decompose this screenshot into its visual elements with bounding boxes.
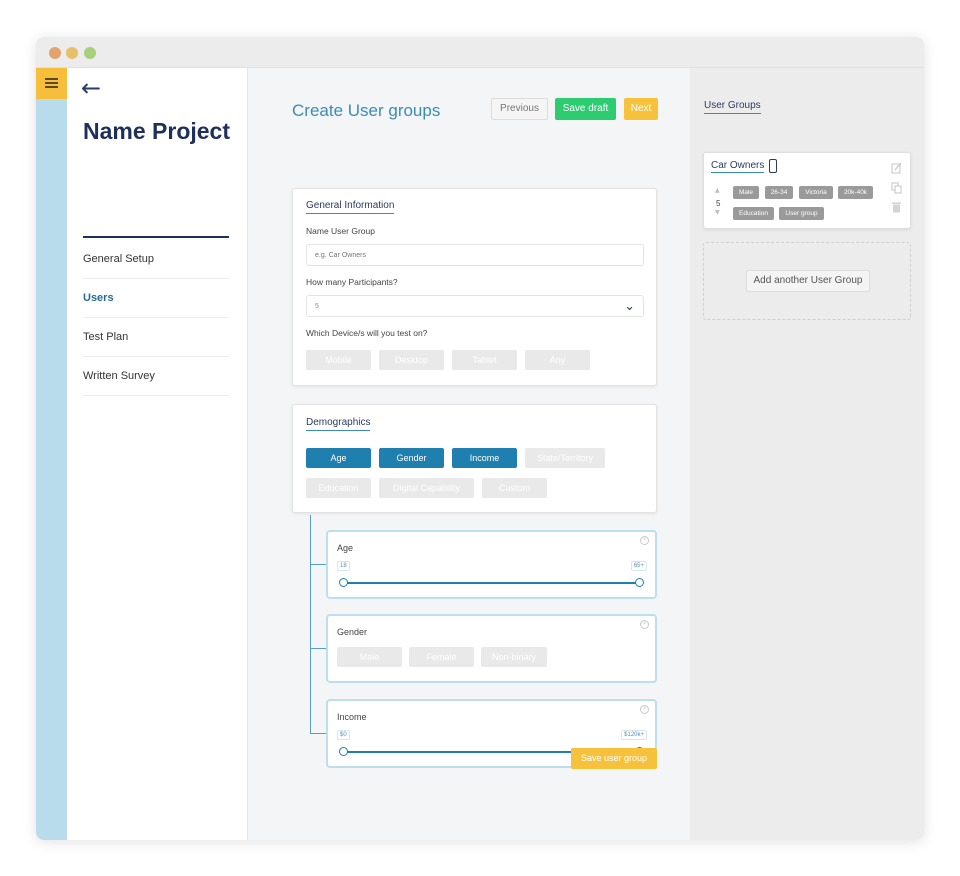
income-filter-title: Income — [337, 712, 367, 722]
device-chip-mobile[interactable]: Mobile — [306, 350, 371, 370]
tree-connector — [310, 648, 326, 649]
left-rail — [36, 68, 67, 840]
sidebar-nav: General Setup Users Test Plan Written Su… — [83, 240, 229, 396]
tree-connector — [310, 733, 326, 734]
sidebar-item-users[interactable]: Users — [83, 279, 229, 318]
project-title: Name Project — [83, 118, 231, 144]
device-chip-tablet[interactable]: Tablet — [452, 350, 517, 370]
gender-chip-non-binary[interactable]: Non-binary — [481, 647, 547, 667]
stepper-down-icon[interactable]: ▼ — [715, 209, 720, 216]
group-tag: 20k-40k — [838, 186, 873, 199]
income-max-label: $120k+ — [621, 730, 647, 740]
user-groups-panel: User Groups Car Owners ▲ 5 ▼ Male 26-34 … — [690, 68, 924, 840]
project-sidebar: ← Name Project General Setup Users Test … — [67, 68, 248, 840]
trash-icon[interactable] — [891, 201, 902, 213]
device-chip-any[interactable]: Any — [525, 350, 590, 370]
device-chip-desktop[interactable]: Desktop — [379, 350, 444, 370]
demographic-chip-gender[interactable]: Gender — [379, 448, 444, 468]
participants-value: 5 — [315, 303, 319, 310]
window-close-dot[interactable] — [49, 47, 61, 59]
demographic-chip-state-territory[interactable]: State/Territory — [525, 448, 605, 468]
add-user-group-button[interactable]: Add another User Group — [746, 270, 870, 292]
close-icon[interactable]: × — [640, 620, 649, 629]
duplicate-icon[interactable] — [891, 182, 902, 194]
add-group-dropzone: Add another User Group — [703, 242, 911, 320]
next-button[interactable]: Next — [624, 98, 658, 120]
demographic-chip-digital-capability[interactable]: Digital Capability — [379, 478, 474, 498]
save-user-group-button[interactable]: Save user group — [571, 748, 657, 769]
chevron-down-icon: ⌄ — [624, 299, 635, 314]
mobile-device-icon — [769, 159, 777, 173]
age-slider-track[interactable] — [343, 582, 639, 584]
main-content: Create User groups Previous Save draft N… — [249, 68, 690, 840]
group-tag: Education — [733, 207, 774, 220]
income-slider-min-handle[interactable] — [339, 747, 348, 756]
user-group-card[interactable]: Car Owners ▲ 5 ▼ Male 26-34 Victoria 20k… — [703, 152, 911, 229]
window-minimize-dot[interactable] — [66, 47, 78, 59]
age-slider-min-handle[interactable] — [339, 578, 348, 587]
demographic-chip-income[interactable]: Income — [452, 448, 517, 468]
demographic-chip-age[interactable]: Age — [306, 448, 371, 468]
general-information-card: General Information Name User Group How … — [292, 188, 657, 386]
user-group-name: Car Owners — [711, 160, 765, 173]
gender-chip-female[interactable]: Female — [409, 647, 474, 667]
close-icon[interactable]: × — [640, 705, 649, 714]
sidebar-item-test-plan[interactable]: Test Plan — [83, 318, 229, 357]
hamburger-menu-icon[interactable] — [36, 68, 67, 99]
group-tag: Victoria — [799, 186, 833, 199]
participant-count: 5 — [716, 199, 721, 208]
tree-connector — [310, 515, 311, 734]
tree-connector — [310, 564, 326, 565]
age-filter-title: Age — [337, 543, 354, 553]
age-slider-max-handle[interactable] — [635, 578, 644, 587]
previous-button[interactable]: Previous — [491, 98, 548, 120]
demographics-card: Demographics Age Gender Income State/Ter… — [292, 404, 657, 513]
age-min-label: 18 — [337, 561, 350, 571]
window-titlebar — [36, 37, 924, 68]
user-groups-title: User Groups — [704, 100, 761, 114]
stepper-up-icon[interactable]: ▲ — [715, 187, 720, 194]
window-maximize-dot[interactable] — [84, 47, 96, 59]
back-arrow-icon[interactable]: ← — [81, 74, 101, 102]
demographic-chip-custom[interactable]: Custom — [482, 478, 547, 498]
income-min-label: $0 — [337, 730, 350, 740]
participants-label: How many Participants? — [306, 277, 398, 287]
nav-divider — [83, 236, 229, 238]
save-draft-button[interactable]: Save draft — [555, 98, 616, 120]
group-tag: Male — [733, 186, 759, 199]
gender-filter-title: Gender — [337, 627, 368, 637]
sidebar-item-written-survey[interactable]: Written Survey — [83, 357, 229, 396]
page-title: Create User groups — [292, 101, 441, 120]
edit-icon[interactable] — [891, 162, 902, 174]
general-information-title: General Information — [306, 200, 395, 214]
participants-select[interactable]: 5 ⌄ — [306, 295, 644, 317]
group-tag: 26-34 — [765, 186, 793, 199]
gender-filter-card: Gender × Male Female Non-binary — [326, 614, 657, 683]
demographic-chip-education[interactable]: Education — [306, 478, 371, 498]
app-window: ← Name Project General Setup Users Test … — [36, 37, 924, 840]
name-user-group-input[interactable] — [306, 244, 644, 266]
name-user-group-label: Name User Group — [306, 226, 375, 236]
close-icon[interactable]: × — [640, 536, 649, 545]
group-tag: User group — [779, 207, 824, 220]
age-filter-card: Age × 18 65+ — [326, 530, 657, 599]
devices-label: Which Device/s will you test on? — [306, 328, 428, 338]
sidebar-item-general-setup[interactable]: General Setup — [83, 240, 229, 279]
gender-chip-male[interactable]: Male — [337, 647, 402, 667]
age-max-label: 65+ — [630, 561, 647, 571]
demographics-title: Demographics — [306, 417, 371, 431]
